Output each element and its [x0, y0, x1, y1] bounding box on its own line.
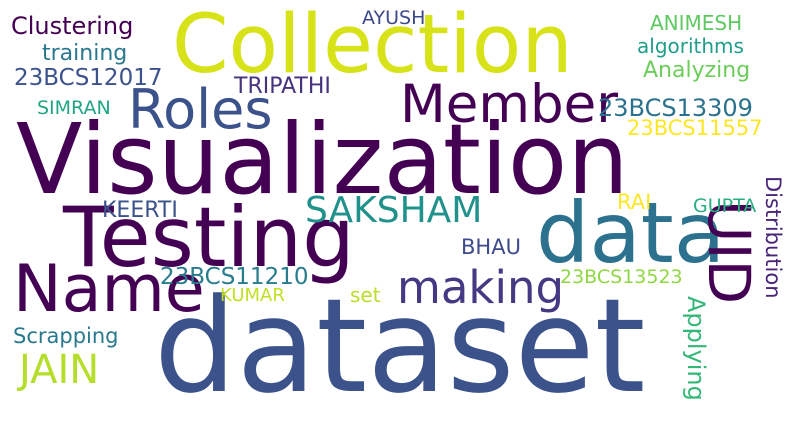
word-23bcs13523: 23BCS13523: [560, 266, 683, 288]
word-gupta: GUPTA: [693, 195, 757, 217]
word-saksham: SAKSHAM: [305, 190, 483, 231]
word-training: training: [42, 41, 128, 66]
word-rai: RAI: [617, 190, 652, 214]
word-distribution: Distribution: [761, 176, 785, 299]
word-analyzing: Analyzing: [643, 58, 751, 83]
word-tripathi: TRIPATHI: [234, 74, 331, 99]
word-member: Member: [400, 74, 619, 135]
word-ayush: AYUSH: [362, 7, 426, 29]
word-23bcs11557: 23BCS11557: [627, 116, 763, 140]
word-kumar: KUMAR: [220, 285, 285, 306]
word-23bcs12017: 23BCS12017: [14, 65, 163, 91]
word-algorithms: algorithms: [637, 34, 744, 58]
word-bhau: BHAU: [461, 235, 521, 259]
word-applying: Applying: [682, 296, 710, 401]
word-jain: JAIN: [19, 347, 100, 393]
word-animesh: ANIMESH: [650, 11, 743, 35]
word-cloud: Visualization dataset Collection Testing…: [0, 0, 794, 412]
word-set: set: [350, 283, 381, 307]
word-scrapping: Scrapping: [13, 324, 119, 348]
word-clustering: Clustering: [11, 12, 134, 40]
word-simran: SIMRAN: [37, 97, 111, 119]
word-making: making: [397, 261, 565, 314]
word-keerti: KEERTI: [102, 198, 178, 223]
